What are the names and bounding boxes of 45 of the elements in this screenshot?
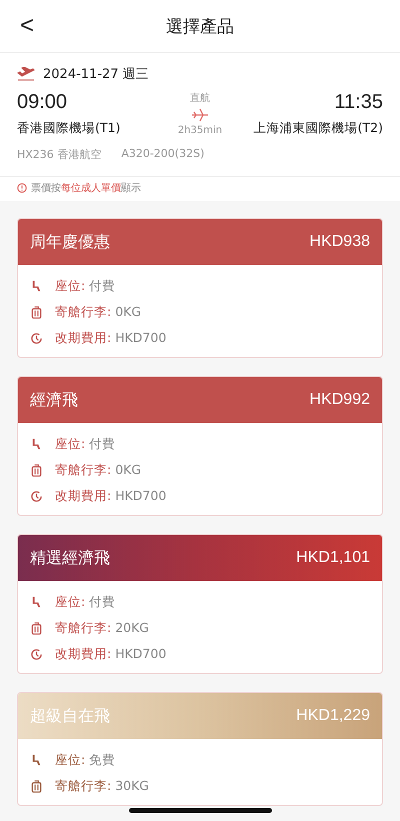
departure-airport: 香港國際機場(T1) (17, 120, 120, 137)
flight-type: 直航 (190, 92, 210, 105)
feature-text: 座位: 付費 (55, 594, 116, 610)
product-header: 經濟飛 HKD992 (18, 377, 382, 423)
feature-text: 寄艙行李: 20KG (55, 620, 149, 636)
flight-date: 2024-11-27 週三 (43, 66, 149, 83)
fare-note: 票價按每位成人單價顯示 (31, 182, 141, 195)
product-card[interactable]: 精選經濟飛 HKD1,101 座位: 付費 寄艙行李: 20KG 改期費用: HKD700 (17, 534, 383, 674)
feature-text: 座位: 付費 (55, 436, 116, 452)
feature-text: 改期費用: HKD700 (55, 488, 166, 504)
feature-text: 座位: 付費 (55, 278, 116, 294)
feature-text: 寄艙行李: 0KG (55, 462, 142, 478)
luggage-icon (30, 780, 43, 792)
airplane-icon (190, 107, 209, 123)
seat-icon (30, 438, 43, 450)
feature-text: 寄艙行李: 30KG (55, 778, 149, 794)
product-card[interactable]: 周年慶優惠 HKD938 座位: 付費 寄艙行李: 0KG 改期費用: HKD700 (17, 218, 383, 358)
clock-icon (30, 332, 43, 344)
feature-text: 寄艙行李: 0KG (55, 304, 142, 320)
feature-text: 座位: 免費 (55, 752, 116, 768)
page-title: 選擇產品 (166, 16, 234, 38)
clock-icon (30, 490, 43, 502)
seat-icon (30, 754, 43, 766)
info-icon (17, 183, 27, 193)
feature-text: 改期費用: HKD700 (55, 646, 166, 662)
product-header: 周年慶優惠 HKD938 (18, 219, 382, 265)
aircraft-type: A320-200(32S) (121, 147, 204, 162)
product-card[interactable]: 超級自在飛 HKD1,229 座位: 免費 寄艙行李: 30KG (17, 692, 383, 806)
feature-text: 改期費用: HKD700 (55, 330, 166, 346)
flight-number: HX236 香港航空 (17, 147, 102, 162)
luggage-icon (30, 464, 43, 476)
arrival-time: 11:35 (334, 91, 383, 114)
clock-icon (30, 648, 43, 660)
luggage-icon (30, 622, 43, 634)
departure-time: 09:00 (17, 91, 68, 114)
plane-departure-icon (17, 67, 35, 81)
flight-duration: 2h35min (178, 125, 222, 136)
seat-icon (30, 596, 43, 608)
product-header: 超級自在飛 HKD1,229 (18, 693, 382, 739)
arrival-airport: 上海浦東國際機場(T2) (254, 120, 383, 137)
product-card[interactable]: 經濟飛 HKD992 座位: 付費 寄艙行李: 0KG 改期費用: HKD700 (17, 376, 383, 516)
product-header: 精選經濟飛 HKD1,101 (18, 535, 382, 581)
seat-icon (30, 280, 43, 292)
back-button[interactable]: < (14, 12, 40, 40)
luggage-icon (30, 306, 43, 318)
